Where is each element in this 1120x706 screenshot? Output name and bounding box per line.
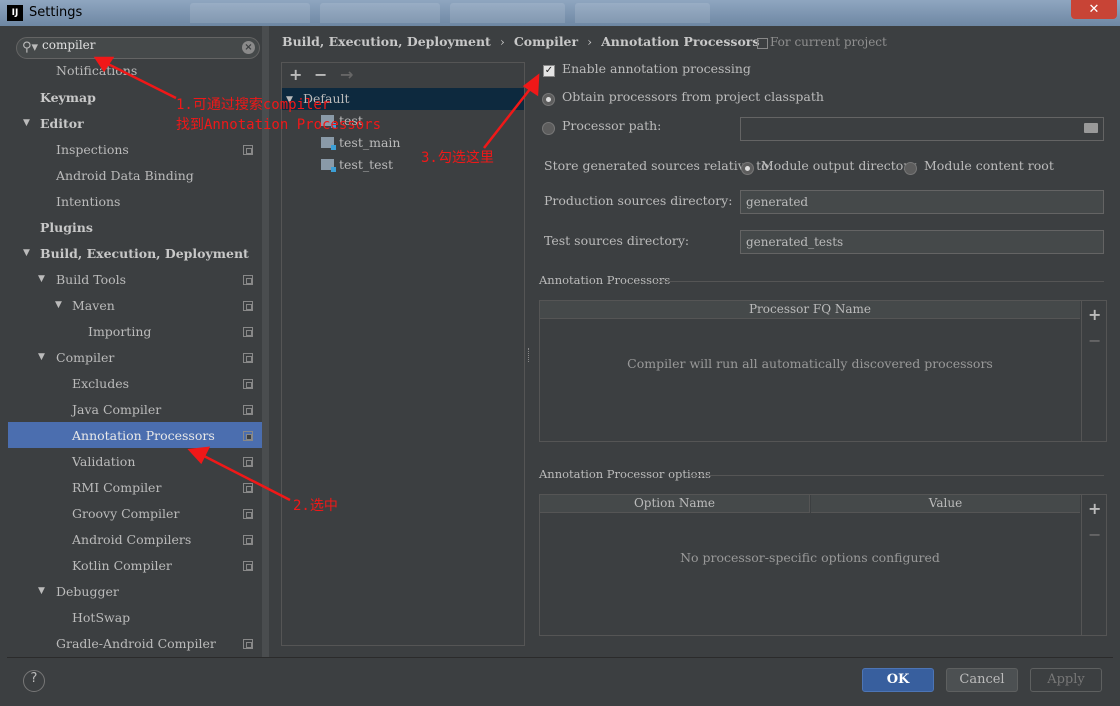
annotation-step1-line1: 1.可通过搜索compiler bbox=[176, 97, 331, 113]
annotation-step2: 2.选中 bbox=[293, 498, 338, 514]
annotation-step1-line2: 找到Annotation Processors bbox=[176, 117, 382, 133]
annotation-step3: 3.勾选这里 bbox=[421, 150, 494, 166]
arrow-step2 bbox=[201, 453, 291, 502]
arrow-step1 bbox=[103, 60, 177, 100]
annotation-arrows bbox=[93, 56, 540, 502]
arrow-step3 bbox=[483, 83, 535, 149]
arrowhead-icon bbox=[187, 446, 211, 465]
